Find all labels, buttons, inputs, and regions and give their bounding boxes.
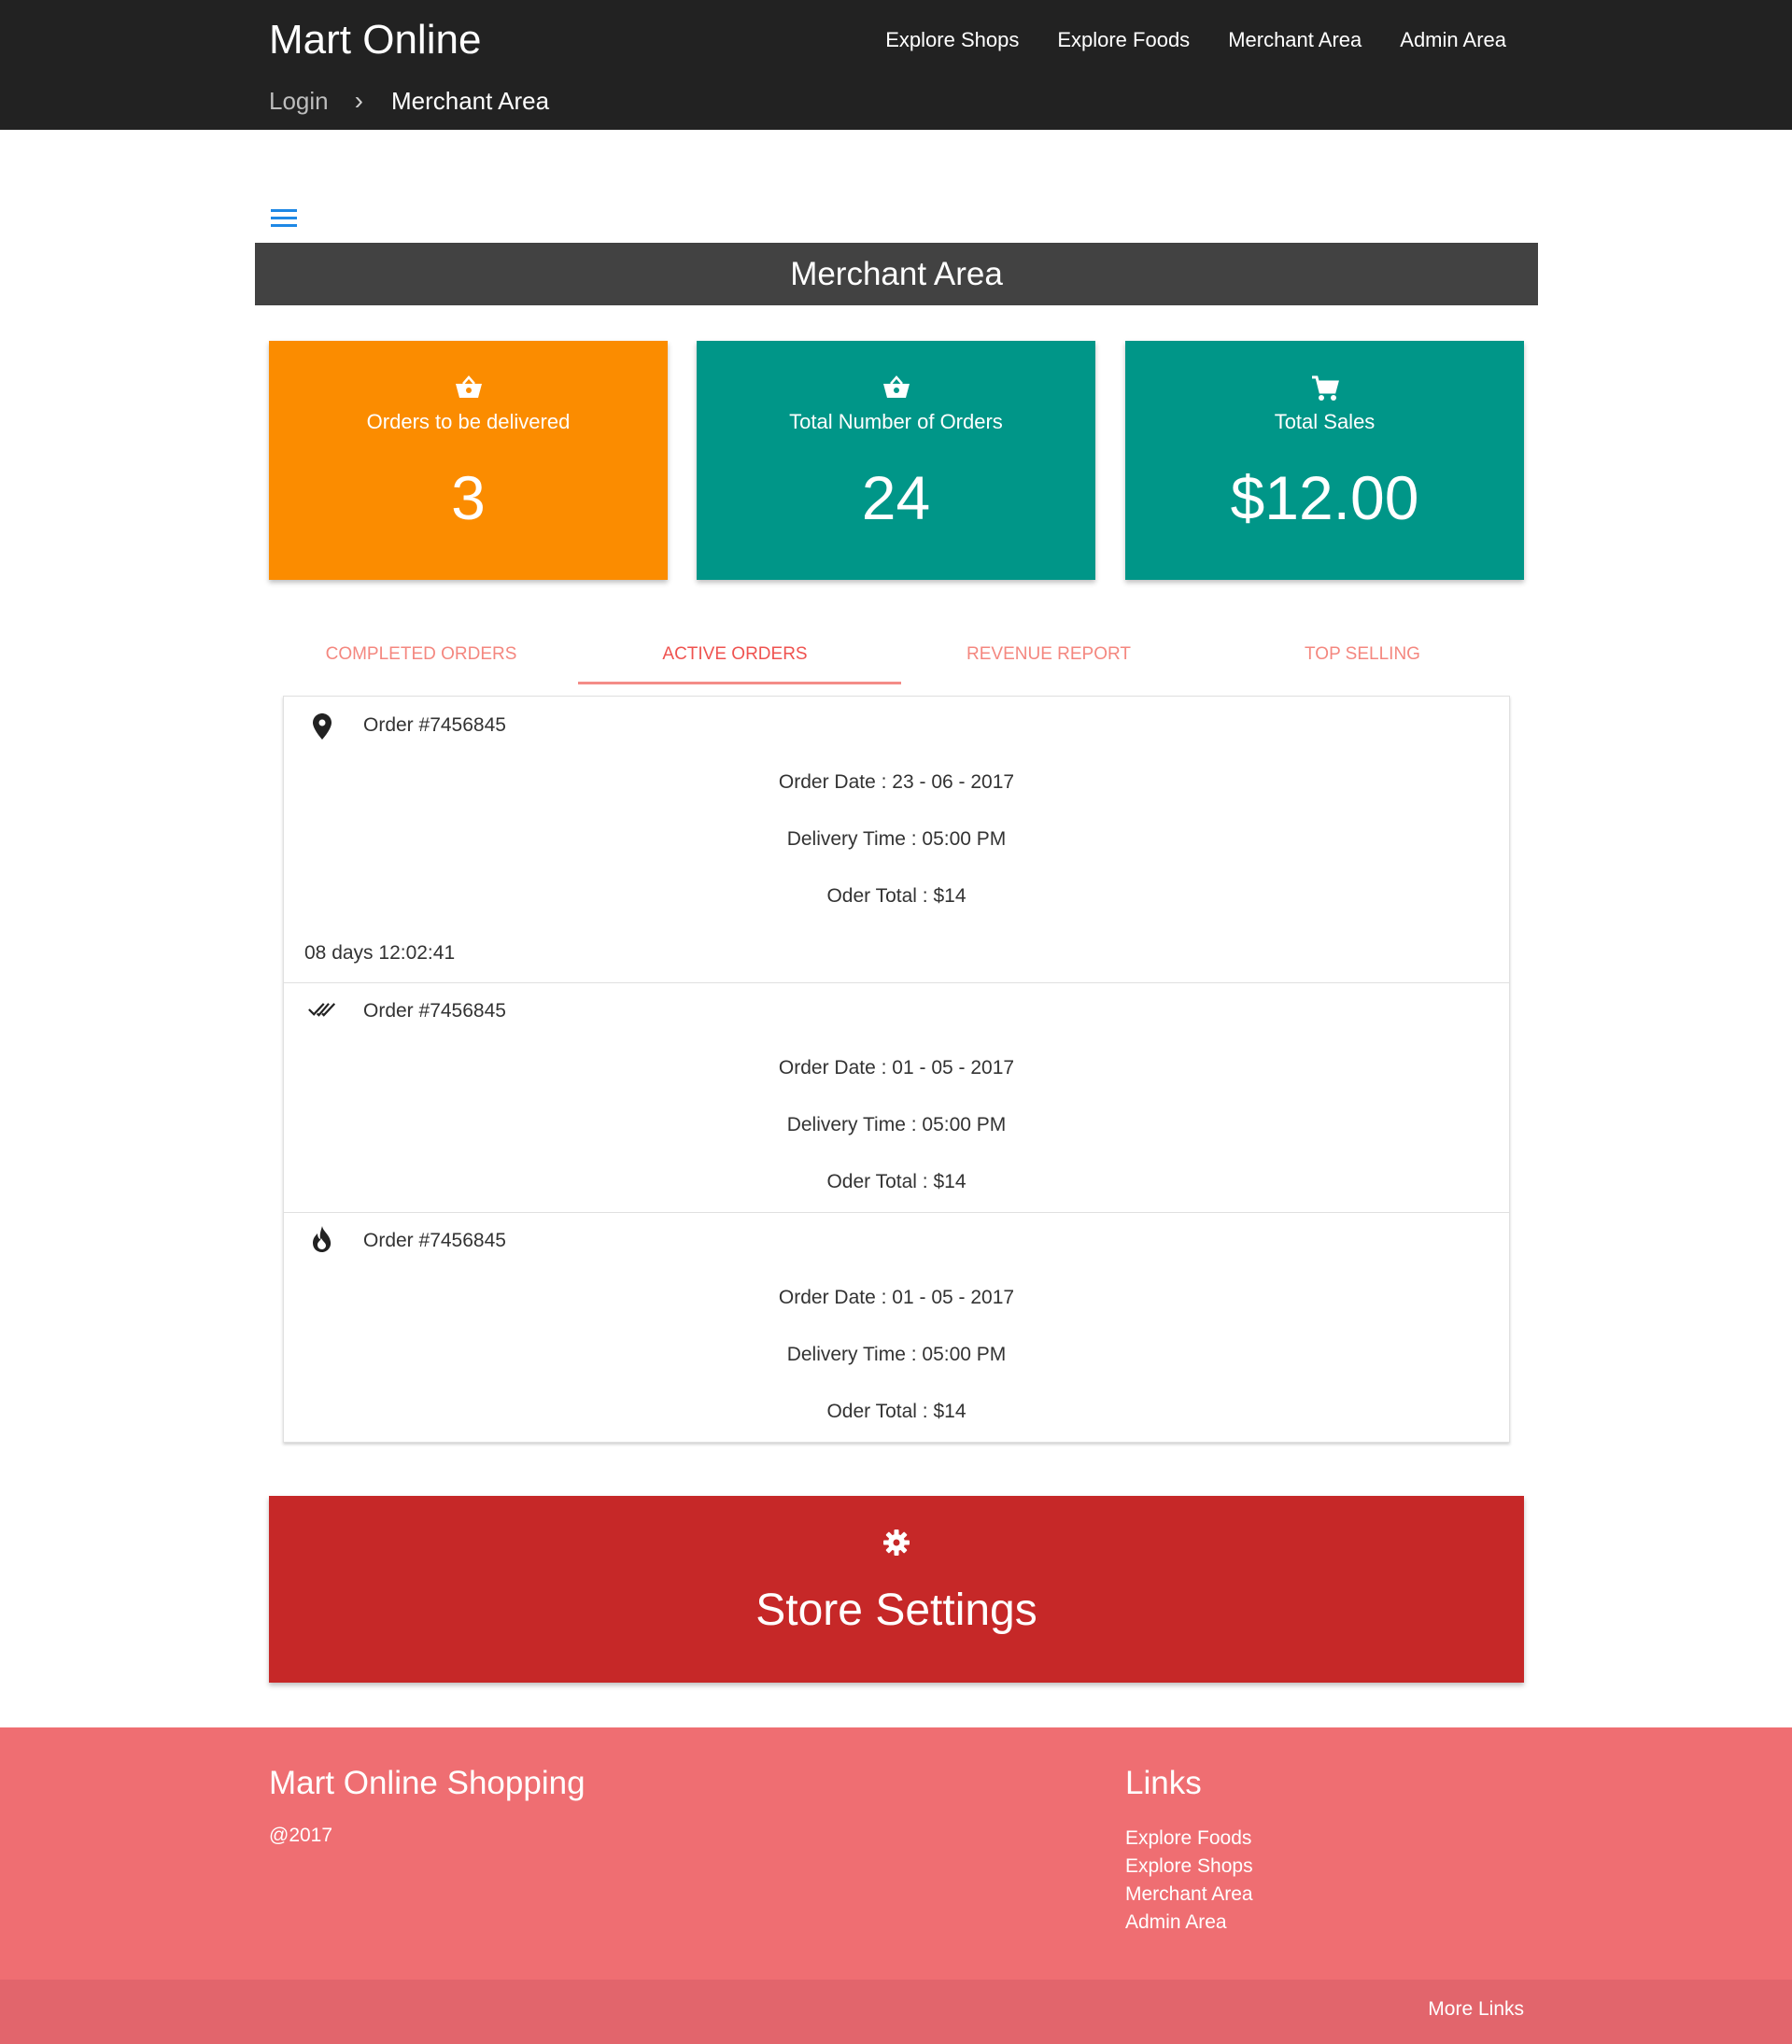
order-date: Order Date : 23 - 06 - 2017 — [778, 771, 1015, 793]
order-total: Oder Total : $14 — [826, 1401, 967, 1422]
more-links-link[interactable]: More Links — [1428, 1998, 1524, 2021]
nav-merchant-area[interactable]: Merchant Area — [1228, 28, 1362, 52]
order-delivery-time: Delivery Time : 05:00 PM — [786, 828, 1007, 850]
footer-link-explore-shops[interactable]: Explore Shops — [1125, 1853, 1253, 1881]
order-date: Order Date : 01 - 05 - 2017 — [778, 1287, 1015, 1308]
store-settings-label: Store Settings — [755, 1586, 1037, 1635]
card-label: Total Number of Orders — [789, 410, 1003, 433]
card-total-sales: Total Sales $12.00 — [1125, 341, 1524, 580]
card-value: $12.00 — [1230, 463, 1419, 532]
brand-logo[interactable]: Mart Online — [269, 17, 481, 63]
card-value: 24 — [861, 463, 931, 532]
double-check-icon — [308, 995, 336, 1023]
card-total-orders: Total Number of Orders 24 — [697, 341, 1095, 580]
order-date: Order Date : 01 - 05 - 2017 — [778, 1057, 1015, 1078]
footer-link-merchant-area[interactable]: Merchant Area — [1125, 1881, 1253, 1909]
site-footer: Mart Online Shopping @2017 Links Explore… — [0, 1727, 1792, 1980]
active-tab-indicator — [578, 682, 901, 684]
order-delivery-time: Delivery Time : 05:00 PM — [786, 1344, 1007, 1365]
hamburger-menu-icon[interactable] — [271, 209, 297, 232]
chevron-right-icon: › — [354, 86, 363, 115]
summary-cards: Orders to be delivered 3 Total Number of… — [269, 341, 1524, 580]
footer-link-explore-foods[interactable]: Explore Foods — [1125, 1825, 1253, 1853]
card-label: Orders to be delivered — [366, 410, 571, 433]
nav-explore-shops[interactable]: Explore Shops — [885, 28, 1019, 52]
top-nav: Explore Shops Explore Foods Merchant Are… — [885, 28, 1506, 52]
nav-admin-area[interactable]: Admin Area — [1400, 28, 1506, 52]
list-item[interactable]: Order #7456845 Order Date : 01 - 05 - 20… — [284, 1213, 1509, 1443]
cart-icon — [1125, 374, 1524, 402]
location-pin-icon — [308, 712, 336, 740]
tab-revenue-report[interactable]: REVENUE REPORT — [892, 635, 1206, 687]
order-total: Oder Total : $14 — [826, 885, 967, 907]
order-title: Order #7456845 — [363, 714, 506, 736]
order-title: Order #7456845 — [363, 1230, 506, 1251]
footer-links: Explore Foods Explore Shops Merchant Are… — [1125, 1825, 1253, 1937]
breadcrumb: Login › Merchant Area — [269, 86, 549, 116]
gear-icon — [269, 1529, 1524, 1557]
nav-explore-foods[interactable]: Explore Foods — [1057, 28, 1190, 52]
list-item[interactable]: Order #7456845 Order Date : 23 - 06 - 20… — [284, 697, 1509, 983]
tab-completed-orders[interactable]: COMPLETED ORDERS — [264, 635, 578, 687]
card-value: 3 — [451, 463, 486, 532]
order-tabs: COMPLETED ORDERS ACTIVE ORDERS REVENUE R… — [264, 635, 1519, 687]
order-countdown: 08 days 12:02:41 — [304, 942, 456, 964]
order-delivery-time: Delivery Time : 05:00 PM — [786, 1114, 1007, 1135]
order-title: Order #7456845 — [363, 1000, 506, 1022]
orders-list: Order #7456845 Order Date : 23 - 06 - 20… — [283, 696, 1510, 1443]
list-item[interactable]: Order #7456845 Order Date : 01 - 05 - 20… — [284, 983, 1509, 1213]
breadcrumb-current: Merchant Area — [390, 86, 550, 115]
footer-links-title: Links — [1125, 1765, 1202, 1801]
order-total: Oder Total : $14 — [826, 1171, 967, 1192]
basket-icon — [269, 374, 668, 401]
tab-active-orders[interactable]: ACTIVE ORDERS — [578, 635, 892, 687]
footer-title: Mart Online Shopping — [269, 1765, 586, 1801]
flame-icon — [308, 1225, 336, 1253]
footer-copyright: @2017 — [269, 1825, 333, 1846]
site-header: Mart Online Explore Shops Explore Foods … — [0, 0, 1792, 130]
tab-top-selling[interactable]: TOP SELLING — [1206, 635, 1519, 687]
footer-bottom-bar: More Links — [0, 1980, 1792, 2044]
footer-link-admin-area[interactable]: Admin Area — [1125, 1909, 1253, 1937]
store-settings-button[interactable]: Store Settings — [269, 1496, 1524, 1683]
page-title: Merchant Area — [255, 243, 1538, 305]
card-label: Total Sales — [1274, 410, 1376, 433]
basket-icon — [697, 374, 1095, 401]
card-orders-to-deliver: Orders to be delivered 3 — [269, 341, 668, 580]
breadcrumb-login[interactable]: Login — [269, 87, 329, 116]
